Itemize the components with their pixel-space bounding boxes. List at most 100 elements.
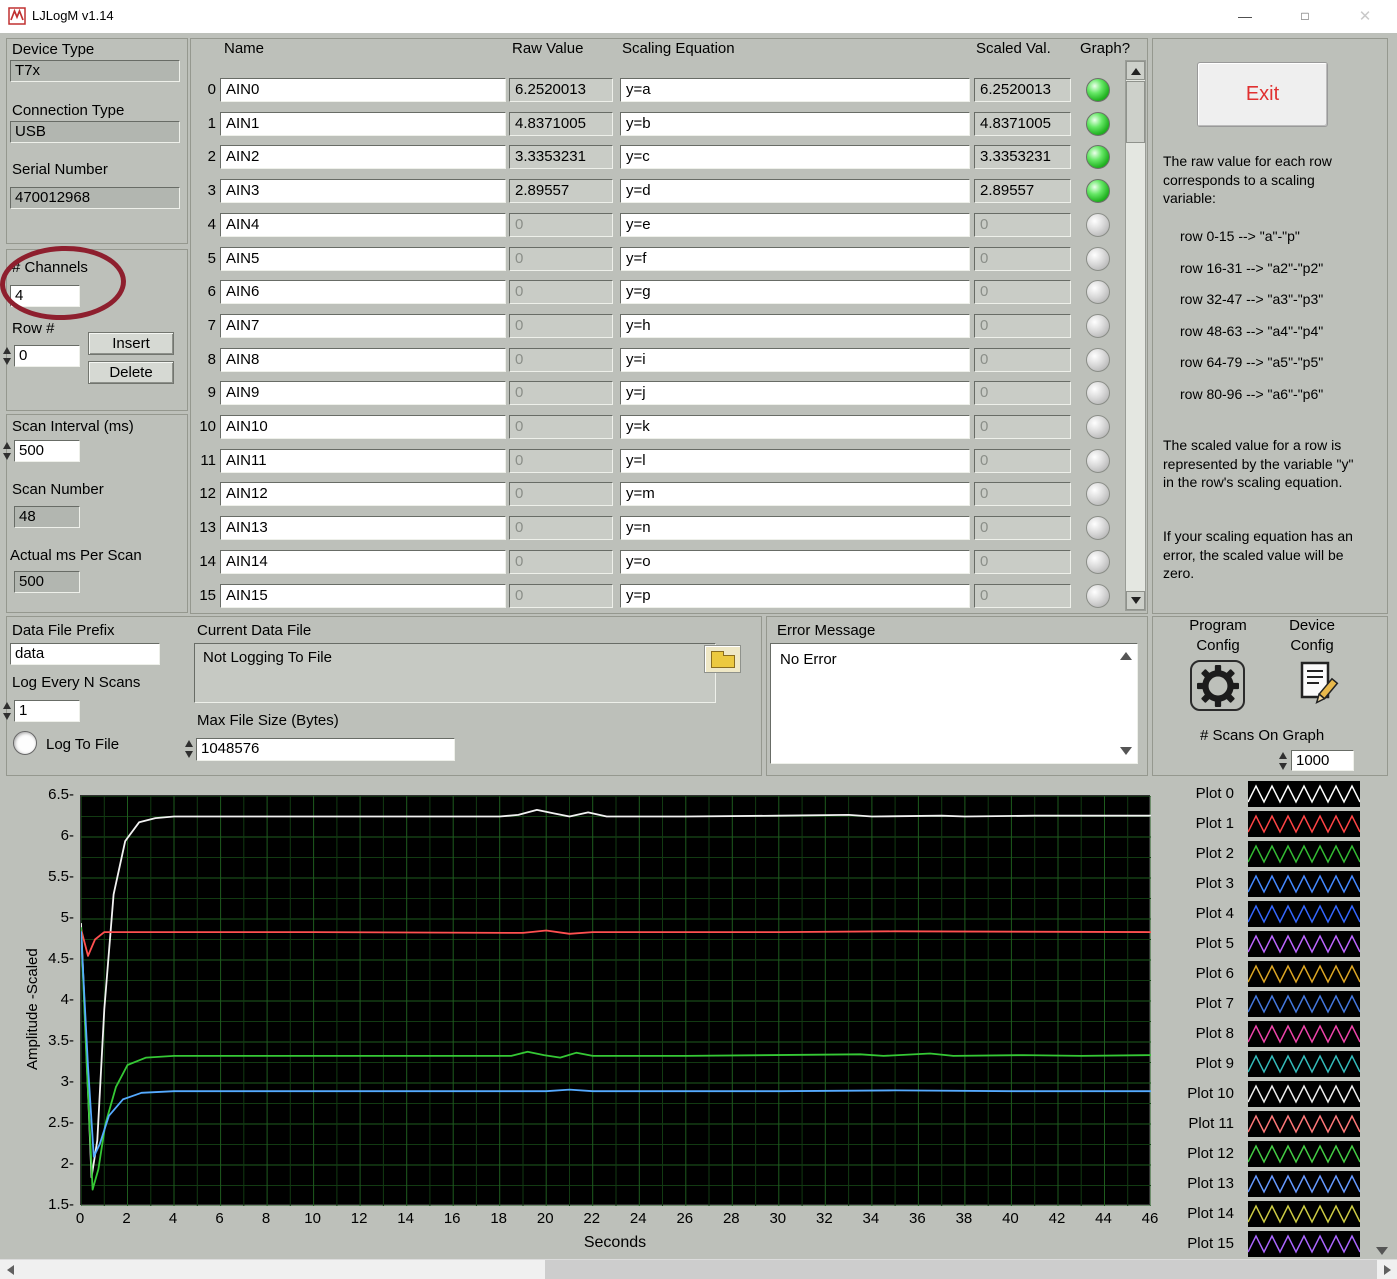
legend-plot-sample[interactable]: [1248, 1051, 1360, 1077]
legend-plot-sample[interactable]: [1248, 1231, 1360, 1257]
scaling-equation-field[interactable]: y=c: [620, 145, 970, 169]
graph-led[interactable]: [1086, 449, 1110, 473]
scaling-equation-field[interactable]: y=m: [620, 482, 970, 506]
legend-plot-sample[interactable]: [1248, 781, 1360, 807]
horizontal-scrollbar[interactable]: [0, 1259, 1397, 1279]
legend-plot-sample[interactable]: [1248, 1171, 1360, 1197]
scan-interval-spinner[interactable]: [2, 440, 13, 462]
channel-name-field[interactable]: AIN1: [220, 112, 506, 136]
log-to-file-radio[interactable]: [13, 731, 37, 755]
channel-name-field[interactable]: AIN0: [220, 78, 506, 102]
legend-plot-label[interactable]: Plot 4: [1158, 905, 1234, 922]
channel-name-field[interactable]: AIN2: [220, 145, 506, 169]
scroll-right-icon[interactable]: [1384, 1265, 1391, 1275]
legend-plot-sample[interactable]: [1248, 871, 1360, 897]
horizontal-scrollbar-thumb[interactable]: [545, 1260, 1377, 1279]
legend-plot-label[interactable]: Plot 5: [1158, 935, 1234, 952]
legend-plot-label[interactable]: Plot 15: [1158, 1235, 1234, 1252]
graph-led[interactable]: [1086, 213, 1110, 237]
minimize-button[interactable]: —: [1222, 0, 1268, 33]
scroll-down-icon[interactable]: [1126, 591, 1145, 610]
legend-plot-sample[interactable]: [1248, 961, 1360, 987]
scaling-equation-field[interactable]: y=n: [620, 516, 970, 540]
legend-plot-label[interactable]: Plot 6: [1158, 965, 1234, 982]
legend-plot-sample[interactable]: [1248, 841, 1360, 867]
legend-scroll-down-icon[interactable]: [1376, 1247, 1388, 1255]
scaling-equation-field[interactable]: y=a: [620, 78, 970, 102]
legend-plot-sample[interactable]: [1248, 1141, 1360, 1167]
channel-name-field[interactable]: AIN13: [220, 516, 506, 540]
legend-plot-label[interactable]: Plot 9: [1158, 1055, 1234, 1072]
legend-plot-sample[interactable]: [1248, 1201, 1360, 1227]
scrollbar-thumb[interactable]: [1126, 81, 1145, 143]
scaling-equation-field[interactable]: y=f: [620, 247, 970, 271]
legend-plot-label[interactable]: Plot 1: [1158, 815, 1234, 832]
legend-plot-label[interactable]: Plot 10: [1158, 1085, 1234, 1102]
graph-led[interactable]: [1086, 381, 1110, 405]
close-button[interactable]: ✕: [1342, 0, 1388, 33]
max-file-size-field[interactable]: 1048576: [196, 738, 455, 761]
exit-button[interactable]: Exit: [1197, 62, 1328, 127]
error-scroll-down-icon[interactable]: [1120, 747, 1132, 755]
channel-name-field[interactable]: AIN7: [220, 314, 506, 338]
legend-plot-sample[interactable]: [1248, 811, 1360, 837]
graph-led[interactable]: [1086, 145, 1110, 169]
graph-led[interactable]: [1086, 550, 1110, 574]
graph-led[interactable]: [1086, 584, 1110, 608]
data-file-prefix-field[interactable]: data: [10, 643, 160, 665]
legend-plot-label[interactable]: Plot 11: [1158, 1115, 1234, 1132]
channel-name-field[interactable]: AIN3: [220, 179, 506, 203]
legend-plot-label[interactable]: Plot 3: [1158, 875, 1234, 892]
device-config-button[interactable]: [1292, 659, 1342, 709]
browse-folder-button[interactable]: [704, 645, 741, 673]
scroll-left-icon[interactable]: [7, 1265, 14, 1275]
scan-interval-field[interactable]: 500: [14, 440, 80, 462]
graph-led[interactable]: [1086, 415, 1110, 439]
graph-led[interactable]: [1086, 179, 1110, 203]
legend-plot-label[interactable]: Plot 0: [1158, 785, 1234, 802]
scaling-equation-field[interactable]: y=k: [620, 415, 970, 439]
legend-plot-label[interactable]: Plot 7: [1158, 995, 1234, 1012]
graph-led[interactable]: [1086, 280, 1110, 304]
scaling-equation-field[interactable]: y=j: [620, 381, 970, 405]
legend-plot-label[interactable]: Plot 2: [1158, 845, 1234, 862]
channel-name-field[interactable]: AIN12: [220, 482, 506, 506]
legend-plot-sample[interactable]: [1248, 1081, 1360, 1107]
scaling-equation-field[interactable]: y=p: [620, 584, 970, 608]
max-file-size-spinner[interactable]: [184, 738, 195, 760]
scaling-equation-field[interactable]: y=g: [620, 280, 970, 304]
scaling-equation-field[interactable]: y=o: [620, 550, 970, 574]
channel-name-field[interactable]: AIN10: [220, 415, 506, 439]
scans-on-graph-spinner[interactable]: [1278, 750, 1289, 772]
table-scrollbar[interactable]: [1125, 60, 1146, 611]
graph-led[interactable]: [1086, 348, 1110, 372]
scaling-equation-field[interactable]: y=h: [620, 314, 970, 338]
channel-name-field[interactable]: AIN4: [220, 213, 506, 237]
channel-name-field[interactable]: AIN9: [220, 381, 506, 405]
graph-led[interactable]: [1086, 247, 1110, 271]
log-every-n-spinner[interactable]: [2, 700, 13, 722]
error-scroll-up-icon[interactable]: [1120, 652, 1132, 660]
scaling-equation-field[interactable]: y=e: [620, 213, 970, 237]
delete-button[interactable]: Delete: [88, 361, 174, 384]
legend-plot-label[interactable]: Plot 13: [1158, 1175, 1234, 1192]
scaling-equation-field[interactable]: y=d: [620, 179, 970, 203]
channel-name-field[interactable]: AIN14: [220, 550, 506, 574]
scaling-equation-field[interactable]: y=b: [620, 112, 970, 136]
graph-led[interactable]: [1086, 112, 1110, 136]
scaling-equation-field[interactable]: y=i: [620, 348, 970, 372]
graph-led[interactable]: [1086, 314, 1110, 338]
row-number-field[interactable]: 0: [14, 345, 80, 367]
legend-plot-sample[interactable]: [1248, 1021, 1360, 1047]
legend-plot-sample[interactable]: [1248, 931, 1360, 957]
graph-led[interactable]: [1086, 516, 1110, 540]
legend-plot-label[interactable]: Plot 8: [1158, 1025, 1234, 1042]
legend-plot-sample[interactable]: [1248, 991, 1360, 1017]
channel-name-field[interactable]: AIN6: [220, 280, 506, 304]
row-number-spinner[interactable]: [2, 345, 13, 367]
channel-name-field[interactable]: AIN5: [220, 247, 506, 271]
legend-plot-sample[interactable]: [1248, 901, 1360, 927]
maximize-button[interactable]: □: [1282, 0, 1328, 33]
channel-name-field[interactable]: AIN11: [220, 449, 506, 473]
insert-button[interactable]: Insert: [88, 332, 174, 355]
